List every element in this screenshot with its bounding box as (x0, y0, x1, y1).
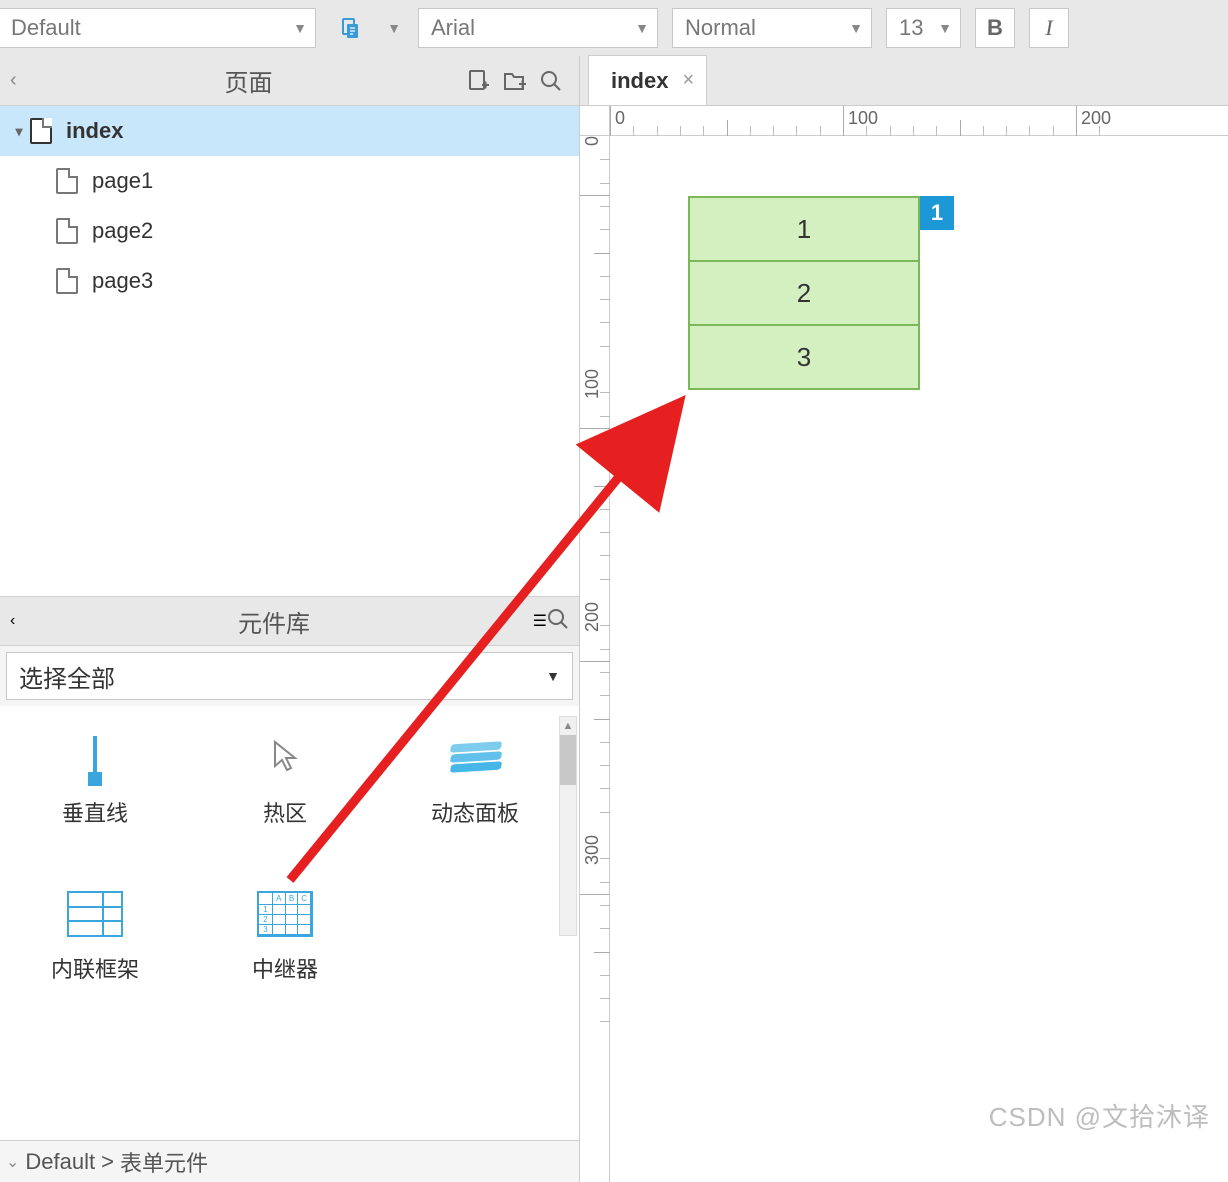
widget-label: 热区 (263, 796, 307, 828)
library-breadcrumb: ⌄ Default > 表单元件 (0, 1140, 579, 1182)
chevron-down-icon: ▼ (293, 20, 307, 36)
menu-icon[interactable]: ☰ (533, 611, 547, 631)
style-dropdown-value: Default (11, 15, 81, 41)
page-tree-item-page1[interactable]: page1 (0, 156, 579, 206)
font-size-value: 13 (899, 15, 923, 41)
repeater-row[interactable]: 2 (688, 260, 920, 326)
library-select-dropdown[interactable]: 选择全部 ▼ (6, 652, 573, 700)
library-select-value: 选择全部 (19, 659, 115, 694)
repeater-icon: ABC123 (257, 891, 313, 937)
vertical-line-icon (93, 736, 97, 780)
scroll-up-icon[interactable]: ▲ (560, 717, 576, 735)
selection-count-badge: 1 (920, 196, 954, 230)
inline-frame-icon (67, 891, 123, 937)
left-sidebar: ‹ 页面 ▾ index page1 pa (0, 56, 580, 1182)
page-tree-item-page2[interactable]: page2 (0, 206, 579, 256)
pages-panel-title: 页面 (36, 63, 461, 98)
font-weight-dropdown[interactable]: Normal ▼ (672, 8, 872, 48)
scroll-thumb[interactable] (560, 735, 576, 785)
page-icon (56, 218, 78, 244)
pages-tree: ▾ index page1 page2 page3 (0, 106, 579, 596)
page-tree-item-index[interactable]: ▾ index (0, 106, 579, 156)
widget-label: 垂直线 (62, 796, 128, 828)
widget-label: 中继器 (252, 952, 318, 984)
scrollbar[interactable]: ▲ (559, 716, 577, 936)
italic-button[interactable]: I (1029, 8, 1069, 48)
ruler-vertical[interactable]: 0 100 200 300 (580, 136, 610, 1182)
page-icon (56, 268, 78, 294)
library-panel-header: ‹ 元件库 ☰ (0, 596, 579, 646)
font-dropdown[interactable]: Arial ▼ (418, 8, 658, 48)
widget-dynamic-panel[interactable]: 动态面板 (380, 716, 570, 842)
format-toolbar: Default ▼ ▼ Arial ▼ Normal ▼ 13 ▼ B I (0, 0, 1228, 56)
page-label: index (66, 118, 123, 144)
ruler-horizontal[interactable]: 0 100 200 (610, 106, 1228, 136)
chevron-down-icon: ▼ (849, 20, 863, 36)
breadcrumb-current[interactable]: 表单元件 (120, 1146, 208, 1178)
search-icon[interactable] (547, 608, 569, 635)
chevron-down-icon: ▼ (546, 668, 560, 684)
page-label: page1 (92, 168, 153, 194)
widget-hotspot[interactable]: 热区 (190, 716, 380, 842)
tab-label: index (611, 68, 668, 94)
style-dropdown[interactable]: Default ▼ (0, 8, 316, 48)
repeater-widget-instance[interactable]: 1 1 2 3 (688, 198, 920, 390)
search-icon[interactable] (533, 63, 569, 99)
repeater-row[interactable]: 1 (688, 196, 920, 262)
chevron-down-icon[interactable]: ⌄ (6, 1152, 19, 1172)
paste-style-icon[interactable] (330, 8, 370, 48)
dynamic-panel-icon (447, 740, 503, 776)
collapse-icon[interactable]: ‹ (10, 69, 36, 92)
widget-inline-frame[interactable]: 内联框架 (0, 872, 190, 998)
breadcrumb-root[interactable]: Default (25, 1149, 95, 1175)
pages-panel-header: ‹ 页面 (0, 56, 579, 106)
font-size-dropdown[interactable]: 13 ▼ (886, 8, 961, 48)
page-label: page2 (92, 218, 153, 244)
repeater-row[interactable]: 3 (688, 324, 920, 390)
page-tree-item-page3[interactable]: page3 (0, 256, 579, 306)
canvas-surface[interactable]: 1 1 2 3 (610, 136, 1228, 1182)
close-icon[interactable]: × (682, 69, 694, 92)
page-icon (30, 118, 52, 144)
chevron-down-icon[interactable]: ▼ (384, 8, 404, 48)
cursor-icon (265, 736, 305, 781)
widget-label: 动态面板 (431, 796, 519, 828)
widget-vertical-line[interactable]: 垂直线 (0, 716, 190, 842)
widget-label: 内联框架 (51, 952, 139, 984)
page-label: page3 (92, 268, 153, 294)
expand-icon[interactable]: ▾ (10, 123, 28, 140)
breadcrumb-separator: > (101, 1149, 114, 1175)
canvas-tab-index[interactable]: index × (588, 55, 707, 105)
chevron-down-icon: ▼ (635, 20, 649, 36)
library-panel-title: 元件库 (15, 604, 532, 639)
widget-repeater[interactable]: ABC123 中继器 (190, 872, 380, 998)
canvas-area: index × 0 100 200 0 100 200 300 1 1 2 (580, 56, 1228, 1182)
canvas-tab-bar: index × (580, 56, 1228, 106)
ruler-corner (580, 106, 610, 136)
bold-button[interactable]: B (975, 8, 1015, 48)
add-page-icon[interactable] (461, 63, 497, 99)
font-dropdown-value: Arial (431, 15, 475, 41)
font-weight-value: Normal (685, 15, 756, 41)
library-widget-grid: 垂直线 热区 动态面板 内联框架 ABC123 中继器 (0, 706, 579, 1140)
add-folder-icon[interactable] (497, 63, 533, 99)
chevron-down-icon: ▼ (938, 20, 952, 36)
page-icon (56, 168, 78, 194)
watermark-text: CSDN @文拾沐译 (989, 1097, 1210, 1134)
